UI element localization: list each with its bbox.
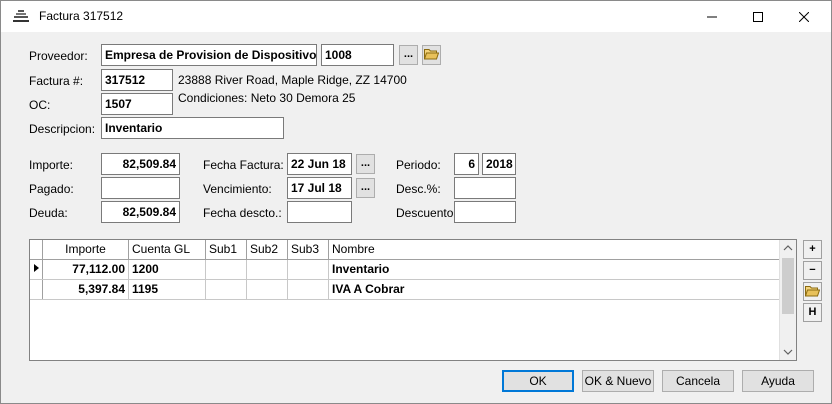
col-header-sub2[interactable]: Sub2 (246, 240, 288, 260)
ok-button[interactable]: OK (502, 370, 574, 392)
fecha-factura-field[interactable]: 22 Jun 18 (287, 153, 352, 175)
folder-open-icon (423, 49, 440, 60)
table-row[interactable]: 77,112.00 1200 Inventario (30, 259, 781, 280)
close-icon (799, 11, 809, 22)
help-button[interactable]: Ayuda (742, 370, 814, 392)
maximize-icon (753, 11, 763, 22)
proveedor-lookup-button[interactable]: ... (399, 45, 418, 65)
vencimiento-picker-button[interactable]: ... (356, 178, 375, 198)
proveedor-label: Proveedor: (29, 49, 88, 63)
periodo-label: Periodo: (396, 158, 441, 172)
cell-importe[interactable]: 77,112.00 (42, 259, 129, 280)
col-header-sub3[interactable]: Sub3 (287, 240, 329, 260)
hold-button[interactable]: H (803, 303, 822, 322)
minimize-icon (707, 16, 717, 17)
maximize-button[interactable] (735, 1, 781, 32)
minimize-button[interactable] (689, 1, 735, 32)
fecha-factura-label: Fecha Factura: (203, 158, 284, 172)
stacked-coins-icon (13, 10, 29, 22)
cancel-button[interactable]: Cancela (662, 370, 734, 392)
descripcion-label: Descripcion: (29, 122, 96, 136)
deuda-label: Deuda: (29, 206, 68, 220)
pagado-field[interactable] (101, 177, 180, 199)
cell-cuenta[interactable]: 1195 (128, 279, 206, 300)
pagado-label: Pagado: (29, 182, 74, 196)
title-bar[interactable]: Factura 317512 (1, 1, 831, 32)
scroll-thumb[interactable] (782, 258, 794, 314)
cell-nombre[interactable]: IVA A Cobrar (328, 279, 781, 300)
col-header-importe[interactable]: Importe (42, 240, 129, 260)
oc-field[interactable]: 1507 (101, 93, 173, 115)
proveedor-address: 23888 River Road, Maple Ridge, ZZ 14700 (178, 73, 407, 87)
fecha-descto-label: Fecha descto.: (203, 206, 282, 220)
cell-importe[interactable]: 5,397.84 (42, 279, 129, 300)
vencimiento-label: Vencimiento: (203, 182, 272, 196)
open-folder-button[interactable] (803, 282, 822, 301)
descuento-label: Descuento: (396, 206, 457, 220)
row-indicator (30, 279, 43, 300)
ok-new-button[interactable]: OK & Nuevo (582, 370, 654, 392)
payment-terms: Condiciones: Neto 30 Demora 25 (178, 91, 356, 105)
periodo-year-field[interactable]: 2018 (482, 153, 516, 175)
cell-sub3[interactable] (287, 279, 329, 300)
cell-cuenta[interactable]: 1200 (128, 259, 206, 280)
grid-header-row: Importe Cuenta GL Sub1 Sub2 Sub3 Nombre (30, 240, 781, 260)
proveedor-name-field[interactable]: Empresa de Provision de Dispositivos (101, 44, 317, 66)
row-pointer-icon (34, 263, 39, 272)
window-title: Factura 317512 (39, 9, 124, 23)
cell-sub1[interactable] (205, 259, 247, 280)
cell-nombre[interactable]: Inventario (328, 259, 781, 280)
desc-pct-label: Desc.%: (396, 182, 441, 196)
cell-sub3[interactable] (287, 259, 329, 280)
col-header-nombre[interactable]: Nombre (328, 240, 781, 260)
descuento-field[interactable] (454, 201, 516, 223)
close-button[interactable] (781, 1, 827, 32)
col-header-cuenta[interactable]: Cuenta GL (128, 240, 206, 260)
remove-row-button[interactable]: − (803, 261, 822, 280)
factura-number-field[interactable]: 317512 (101, 69, 173, 91)
deuda-field[interactable]: 82,509.84 (101, 201, 180, 223)
scroll-up-icon[interactable] (783, 244, 793, 252)
cell-sub2[interactable] (246, 279, 288, 300)
periodo-month-field[interactable]: 6 (454, 153, 479, 175)
table-row[interactable]: 5,397.84 1195 IVA A Cobrar (30, 279, 781, 300)
proveedor-code-field[interactable]: 1008 (321, 44, 394, 66)
factura-label: Factura #: (29, 74, 84, 88)
vencimiento-field[interactable]: 17 Jul 18 (287, 177, 352, 199)
oc-label: OC: (29, 98, 51, 112)
importe-label: Importe: (29, 158, 74, 172)
importe-field[interactable]: 82,509.84 (101, 153, 180, 175)
invoice-window: Factura 317512 Proveedor: Empresa de Pro… (0, 0, 832, 404)
row-indicator-header (30, 240, 43, 260)
fecha-factura-picker-button[interactable]: ... (356, 154, 375, 174)
scroll-down-icon[interactable] (783, 348, 793, 356)
fecha-descto-field[interactable] (287, 201, 352, 223)
desc-pct-field[interactable] (454, 177, 516, 199)
add-row-button[interactable]: + (803, 240, 822, 259)
distribution-table: Importe Cuenta GL Sub1 Sub2 Sub3 Nombre … (30, 240, 781, 300)
folder-open-icon (804, 286, 821, 297)
proveedor-open-button[interactable] (422, 45, 441, 65)
distribution-grid[interactable]: Importe Cuenta GL Sub1 Sub2 Sub3 Nombre … (29, 239, 797, 361)
grid-vertical-scrollbar[interactable] (779, 240, 796, 360)
cell-sub2[interactable] (246, 259, 288, 280)
current-row-indicator (30, 259, 43, 280)
col-header-sub1[interactable]: Sub1 (205, 240, 247, 260)
cell-sub1[interactable] (205, 279, 247, 300)
descripcion-field[interactable]: Inventario (101, 117, 284, 139)
